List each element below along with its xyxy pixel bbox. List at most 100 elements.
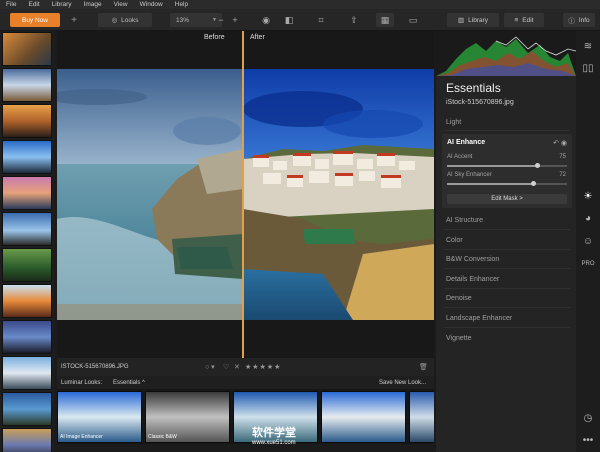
looks-category: Essentials (113, 379, 141, 386)
thumbnail[interactable] (2, 140, 52, 174)
ai-accent-slider[interactable] (447, 163, 567, 168)
canvas-icon[interactable]: ▯▯ (581, 61, 595, 75)
compare-icon[interactable]: ◧ (282, 13, 296, 27)
eye-icon[interactable]: ◉ (259, 13, 273, 27)
share-icon[interactable]: ⇪ (347, 13, 361, 27)
layers-icon[interactable]: ≋ (581, 39, 595, 53)
ai-sky-handle[interactable] (530, 181, 536, 186)
image-canvas[interactable]: Before After (57, 31, 434, 358)
looks-category-select[interactable]: Essentials ^ (113, 380, 145, 386)
more-icon[interactable]: ••• (581, 433, 595, 447)
thumbnail[interactable] (2, 284, 52, 318)
menu-edit[interactable]: Edit (28, 1, 39, 8)
heart-icon[interactable]: ♡ (223, 363, 229, 371)
section-denoise[interactable]: Denoise (446, 295, 472, 302)
thumbnail[interactable] (2, 320, 52, 354)
grid-view-icon[interactable]: ▦ (376, 13, 394, 27)
histogram (436, 31, 576, 76)
thumbnail[interactable] (2, 428, 52, 452)
thumbnail[interactable] (2, 392, 52, 426)
watermark: 软件学堂 www.xue51.com (252, 424, 296, 446)
divider (444, 327, 570, 328)
menu-help[interactable]: Help (175, 1, 188, 8)
section-vignette[interactable]: Vignette (446, 335, 472, 342)
face-icon[interactable]: ☺ (581, 234, 595, 248)
ai-accent-handle[interactable] (534, 163, 540, 168)
thumbnail[interactable] (2, 68, 52, 102)
divider (444, 130, 570, 131)
section-light[interactable]: Light (446, 119, 461, 126)
looks-title: Luminar Looks: (61, 379, 103, 386)
thumbnail[interactable] (2, 176, 52, 210)
ai-sky-slider[interactable] (447, 181, 567, 186)
tool-sidebar: ≋ ▯▯ ☀ ◕ ☺ PRO ◷ ••• (576, 31, 600, 452)
looks-icon: ◎ (111, 17, 118, 24)
filmstrip (0, 31, 54, 452)
crop-icon[interactable]: ⌗ (314, 13, 328, 27)
info-tab[interactable]: ⓘ Info (563, 13, 595, 27)
divider (444, 288, 570, 289)
menu-library[interactable]: Library (52, 1, 72, 8)
toolbar: Buy Now + ◎ Looks 13% ▼ − + ◉ ◧ ⌗ ⇪ ▦ ▭ … (0, 9, 600, 31)
trash-icon[interactable]: 🗑 (419, 363, 428, 371)
ai-sky-value: 72 (559, 172, 566, 178)
sun-icon[interactable]: ☀ (581, 189, 595, 203)
star-rating[interactable]: ★★★★★ (245, 363, 281, 371)
pro-icon[interactable]: PRO (581, 257, 595, 271)
reset-icon[interactable]: ↶ ◉ (553, 139, 567, 147)
section-bw-conversion[interactable]: B&W Conversion (446, 256, 499, 263)
ai-enhance-title[interactable]: AI Enhance (447, 139, 485, 146)
panel-title: Essentials (446, 81, 501, 95)
thumbnail[interactable] (2, 212, 52, 246)
edit-mask-button[interactable]: Edit Mask > (447, 194, 567, 204)
menu-image[interactable]: Image (84, 1, 102, 8)
palette-icon[interactable]: ◕ (581, 211, 595, 225)
ai-accent-fill (447, 165, 537, 167)
section-ai-structure[interactable]: AI Structure (446, 217, 483, 224)
looks-header: Luminar Looks: Essentials ^ Save New Loo… (57, 376, 434, 389)
info-label: Info (578, 16, 590, 24)
section-details-enhancer[interactable]: Details Enhancer (446, 276, 499, 283)
menu-file[interactable]: File (6, 1, 16, 8)
section-landscape-enhancer[interactable]: Landscape Enhancer (446, 315, 512, 322)
zoom-value: 13% (176, 16, 190, 24)
add-image-button[interactable]: + (66, 13, 82, 27)
single-view-icon[interactable]: ▭ (406, 13, 420, 27)
menubar: File Edit Library Image View Window Help (0, 0, 600, 9)
divider (444, 249, 570, 250)
look-thumbnail[interactable] (409, 391, 434, 443)
ai-accent-label: AI Accent (447, 154, 473, 160)
image-filename: ISTOCK-515670896.JPG (61, 364, 129, 370)
reject-icon[interactable]: ✕ (234, 363, 240, 371)
thumbnail[interactable] (2, 356, 52, 390)
before-label: Before (204, 34, 225, 41)
menu-view[interactable]: View (114, 1, 128, 8)
edit-tab[interactable]: ≡ Edit (504, 13, 544, 27)
library-tab[interactable]: ▥ Library (447, 13, 499, 27)
divider (444, 229, 570, 230)
looks-strip: AI Image Enhancer Classic B&W (57, 389, 434, 444)
zoom-in-button[interactable]: + (228, 13, 242, 27)
ai-accent-value: 75 (559, 154, 566, 160)
look-thumbnail[interactable] (321, 391, 406, 443)
save-new-look-button[interactable]: Save New Look... (379, 380, 426, 386)
color-label-icon[interactable]: ○ ▾ (205, 363, 215, 371)
section-color[interactable]: Color (446, 237, 463, 244)
edit-panel: Essentials iStock-515670896.jpg Light AI… (436, 31, 576, 452)
buy-now-button[interactable]: Buy Now (10, 13, 60, 27)
look-thumbnail[interactable]: Classic B&W (145, 391, 230, 443)
before-image (57, 69, 243, 320)
watermark-url: www.xue51.com (252, 440, 296, 446)
before-after-divider[interactable] (242, 31, 244, 358)
zoom-out-button[interactable]: − (214, 13, 228, 27)
info-icon: ⓘ (568, 18, 575, 25)
divider (444, 268, 570, 269)
look-thumbnail[interactable]: AI Image Enhancer (57, 391, 142, 443)
menu-window[interactable]: Window (140, 1, 163, 8)
thumbnail[interactable] (2, 248, 52, 282)
thumbnail[interactable] (2, 32, 52, 66)
history-icon[interactable]: ◷ (581, 411, 595, 425)
looks-button[interactable]: ◎ Looks (98, 13, 152, 27)
watermark-text: 软件学堂 (252, 427, 296, 439)
thumbnail[interactable] (2, 104, 52, 138)
